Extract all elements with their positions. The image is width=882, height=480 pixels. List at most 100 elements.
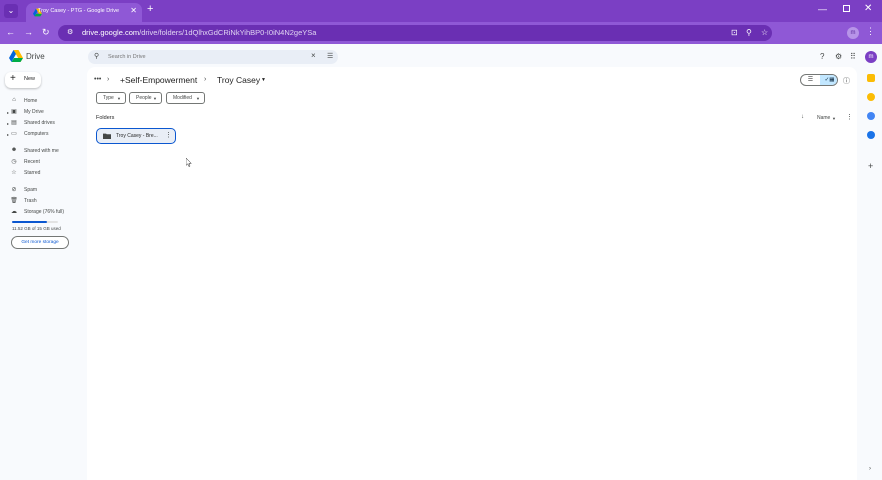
expand-my-drive-icon[interactable]: ▸: [7, 110, 9, 115]
storage-progress-fill: [12, 221, 47, 223]
chip-label: Modified: [173, 95, 192, 101]
sidebar-item-label: Shared drives: [24, 120, 55, 126]
search-icon[interactable]: ⚲: [94, 52, 99, 60]
browser-profile-avatar[interactable]: m: [847, 27, 859, 39]
sidebar-item-trash[interactable]: 🗑 Trash: [10, 197, 82, 207]
sidebar-item-label: Spam: [24, 187, 38, 193]
breadcrumb-separator-icon: ›: [204, 76, 207, 83]
zoom-icon[interactable]: ⚲: [746, 28, 752, 37]
back-icon[interactable]: ←: [6, 27, 15, 37]
sidebar-item-shared-drives[interactable]: ▤ Shared drives: [10, 119, 82, 129]
new-button-label: New: [24, 76, 36, 82]
address-bar[interactable]: ⚙ drive.google.com/drive/folders/1dQlhxG…: [58, 25, 772, 41]
tab-title: Troy Casey - PTG - Google Drive: [38, 8, 120, 14]
tasks-icon[interactable]: [867, 112, 875, 120]
hide-side-panel-icon[interactable]: ›: [869, 466, 871, 472]
mouse-cursor-icon: [186, 158, 192, 167]
breadcrumb-separator-icon: ›: [107, 76, 110, 83]
details-info-icon[interactable]: ⓘ: [843, 76, 850, 86]
sidebar-item-computers[interactable]: ▭ Computers: [10, 130, 82, 140]
get-more-storage-button[interactable]: Get more storage: [11, 236, 69, 249]
url-host: drive.google.com: [82, 28, 140, 37]
chip-label: Type: [103, 95, 114, 101]
settings-gear-icon[interactable]: ⚙: [835, 52, 842, 61]
more-options-icon[interactable]: ⋮: [846, 113, 853, 121]
get-addons-icon[interactable]: +: [868, 161, 873, 171]
expand-shared-drives-icon[interactable]: ▸: [7, 121, 9, 126]
reload-icon[interactable]: ↻: [42, 27, 50, 38]
storage-used-text: 11.52 GB of 15 GB used: [12, 226, 61, 231]
sidebar-item-label: Trash: [24, 198, 37, 204]
sidebar-item-starred[interactable]: ☆ Starred: [10, 169, 82, 179]
view-toggle: ☰ ✓▦: [800, 74, 838, 86]
drive-logo-icon[interactable]: [9, 50, 23, 62]
sidebar-item-shared-with-me[interactable]: ☻ Shared with me: [10, 147, 82, 157]
folder-card[interactable]: Troy Casey - Bre... ⋮: [96, 128, 176, 144]
breadcrumb-parent[interactable]: +Self-Empowerment: [120, 75, 197, 85]
browser-menu-icon[interactable]: ⋮: [866, 26, 875, 37]
home-icon: ⌂: [12, 97, 16, 103]
search-options-icon[interactable]: ☰: [327, 52, 333, 60]
tab-search-menu-button[interactable]: ⌄: [4, 4, 18, 18]
maximize-icon[interactable]: [843, 5, 850, 12]
sort-caret-icon[interactable]: ▼: [832, 116, 836, 121]
new-tab-icon[interactable]: +: [147, 3, 153, 15]
folder-more-icon[interactable]: ⋮: [165, 131, 172, 139]
type-filter-chip[interactable]: Type ▼: [96, 92, 126, 104]
search-input[interactable]: [108, 52, 288, 62]
shared-drives-icon: ▤: [11, 120, 17, 126]
apps-grid-icon[interactable]: ⠿: [850, 52, 856, 61]
list-view-icon[interactable]: ☰: [801, 75, 820, 85]
main-content: ••• › +Self-Empowerment › Troy Casey ▼ ☰…: [87, 67, 857, 480]
new-button[interactable]: + New: [5, 72, 41, 88]
browser-tab[interactable]: Troy Casey - PTG - Google Drive ✕: [26, 3, 142, 22]
folders-section-heading: Folders: [96, 115, 115, 121]
account-avatar[interactable]: m: [865, 51, 877, 63]
clear-search-icon[interactable]: ×: [311, 51, 316, 60]
install-app-icon[interactable]: ⊡: [731, 28, 738, 37]
sidebar-item-label: Starred: [24, 170, 41, 176]
site-info-icon[interactable]: ⚙: [67, 28, 73, 36]
sidebar-item-storage[interactable]: ☁ Storage (76% full): [10, 208, 82, 218]
url-path: /drive/folders/1dQlhxGdCRiNkYihBP0-I0iN4…: [139, 28, 317, 37]
minimize-icon[interactable]: —: [818, 4, 827, 14]
search-bar[interactable]: ⚲ × ☰: [88, 50, 338, 64]
sidebar-item-spam[interactable]: ⊘ Spam: [10, 186, 82, 196]
folder-name: Troy Casey - Bre...: [116, 133, 158, 139]
sidebar-item-my-drive[interactable]: ▣ My Drive: [10, 108, 82, 118]
window-close-icon[interactable]: ✕: [864, 3, 872, 14]
sidebar-item-label: Computers: [24, 131, 49, 137]
breadcrumb-more-icon[interactable]: •••: [94, 76, 101, 83]
sort-by-label[interactable]: Name: [817, 115, 830, 121]
url-text[interactable]: drive.google.com/drive/folders/1dQlhxGdC…: [82, 28, 316, 37]
sidebar-item-home[interactable]: ⌂ Home: [10, 97, 82, 107]
expand-computers-icon[interactable]: ▸: [7, 132, 9, 137]
app-name[interactable]: Drive: [26, 52, 45, 61]
sort-direction-icon[interactable]: ↓: [801, 114, 804, 120]
sidebar-item-label: Shared with me: [24, 148, 59, 154]
tab-close-icon[interactable]: ✕: [130, 6, 137, 15]
storage-progress-bar: [12, 221, 58, 223]
modified-filter-chip[interactable]: Modified ▼: [166, 92, 205, 104]
folder-icon: [103, 133, 111, 139]
spam-icon: ⊘: [11, 187, 17, 193]
keep-icon[interactable]: [867, 93, 875, 101]
plus-icon: +: [10, 73, 16, 84]
grid-view-icon[interactable]: ✓▦: [820, 75, 837, 85]
contacts-icon[interactable]: [867, 131, 875, 139]
chevron-down-icon: ▼: [117, 96, 121, 101]
recent-icon: ◷: [11, 159, 17, 165]
folder-actions-caret-icon[interactable]: ▼: [261, 77, 266, 83]
forward-icon[interactable]: →: [24, 27, 33, 37]
bookmark-star-icon[interactable]: ☆: [761, 28, 768, 37]
chevron-down-icon: ▼: [196, 96, 200, 101]
sidebar-item-recent[interactable]: ◷ Recent: [10, 158, 82, 168]
breadcrumb-current[interactable]: Troy Casey: [217, 75, 260, 85]
browser-tab-bar: ⌄ Troy Casey - PTG - Google Drive ✕ + — …: [0, 0, 882, 22]
sidebar-item-label: Home: [24, 98, 38, 104]
calendar-icon[interactable]: [867, 74, 875, 82]
sidebar-item-label: Recent: [24, 159, 40, 165]
sidebar-item-label: My Drive: [24, 109, 44, 115]
people-filter-chip[interactable]: People ▼: [129, 92, 162, 104]
help-icon[interactable]: ?: [820, 52, 824, 61]
